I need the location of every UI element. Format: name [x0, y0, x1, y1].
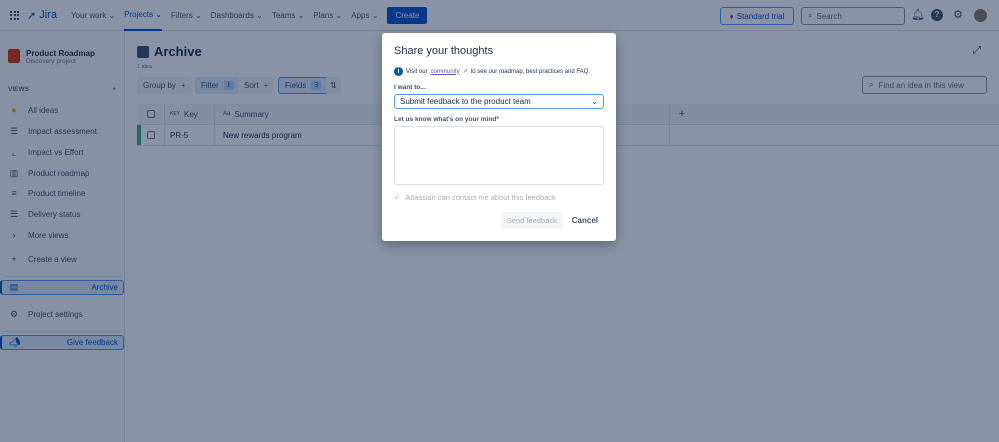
external-link-icon: ↗ — [462, 69, 468, 75]
checkmark-icon: ✓ — [394, 193, 401, 202]
chevron-down-icon: ⌄ — [591, 97, 598, 106]
send-feedback-button[interactable]: Send feedback — [500, 212, 563, 229]
mind-label: Let us know what's on your mind* — [394, 116, 499, 123]
want-label: I want to... — [394, 84, 426, 91]
feedback-type-select[interactable]: Submit feedback to the product team ⌄ — [394, 94, 604, 109]
contact-checkbox[interactable]: ✓ Atlassian can contact me about this fee… — [394, 193, 604, 202]
cancel-button[interactable]: Cancel — [572, 216, 604, 225]
feedback-textarea[interactable] — [394, 126, 604, 185]
info-message: i Visit our community ↗ to see our roadmap, … — [394, 67, 604, 76]
community-link[interactable]: community — [431, 69, 460, 75]
info-icon: i — [394, 67, 403, 76]
dialog-title: Share your thoughts — [394, 45, 494, 57]
feedback-dialog: Share your thoughts i Visit our community ↗… — [382, 33, 616, 241]
